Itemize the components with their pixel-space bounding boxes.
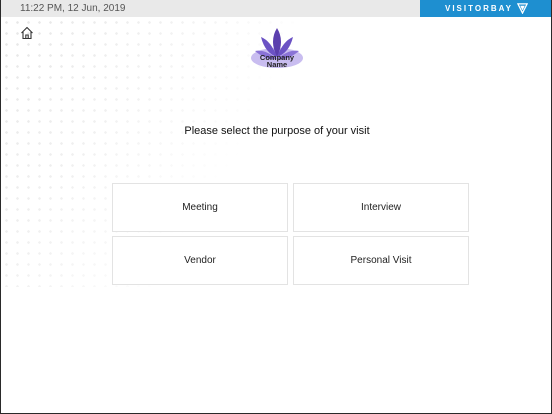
option-label: Meeting: [182, 202, 218, 213]
status-bar: 11:22 PM, 12 Jun, 2019 VISITORBAY: [1, 0, 551, 17]
brand-name: VISITORBAY: [444, 4, 513, 13]
meeting-option-button[interactable]: Meeting: [112, 183, 288, 232]
brand-logo-icon: [517, 3, 528, 14]
option-label: Personal Visit: [350, 255, 412, 266]
option-label: Vendor: [184, 255, 216, 266]
option-label: Interview: [360, 202, 401, 213]
personal-visit-option-button[interactable]: Personal Visit: [293, 236, 469, 285]
page-title: Please select the purpose of your visit: [184, 125, 370, 137]
company-name-label: Company Name: [247, 54, 307, 69]
company-name-line2: Name: [266, 60, 288, 69]
interview-option-button[interactable]: Interview: [293, 183, 469, 232]
home-icon[interactable]: [20, 26, 34, 40]
app-screen: 11:22 PM, 12 Jun, 2019 VISITORBAY Compan…: [0, 0, 552, 414]
vendor-option-button[interactable]: Vendor: [112, 236, 288, 285]
brand-banner: VISITORBAY: [420, 0, 551, 17]
datetime-label: 11:22 PM, 12 Jun, 2019: [20, 3, 126, 14]
